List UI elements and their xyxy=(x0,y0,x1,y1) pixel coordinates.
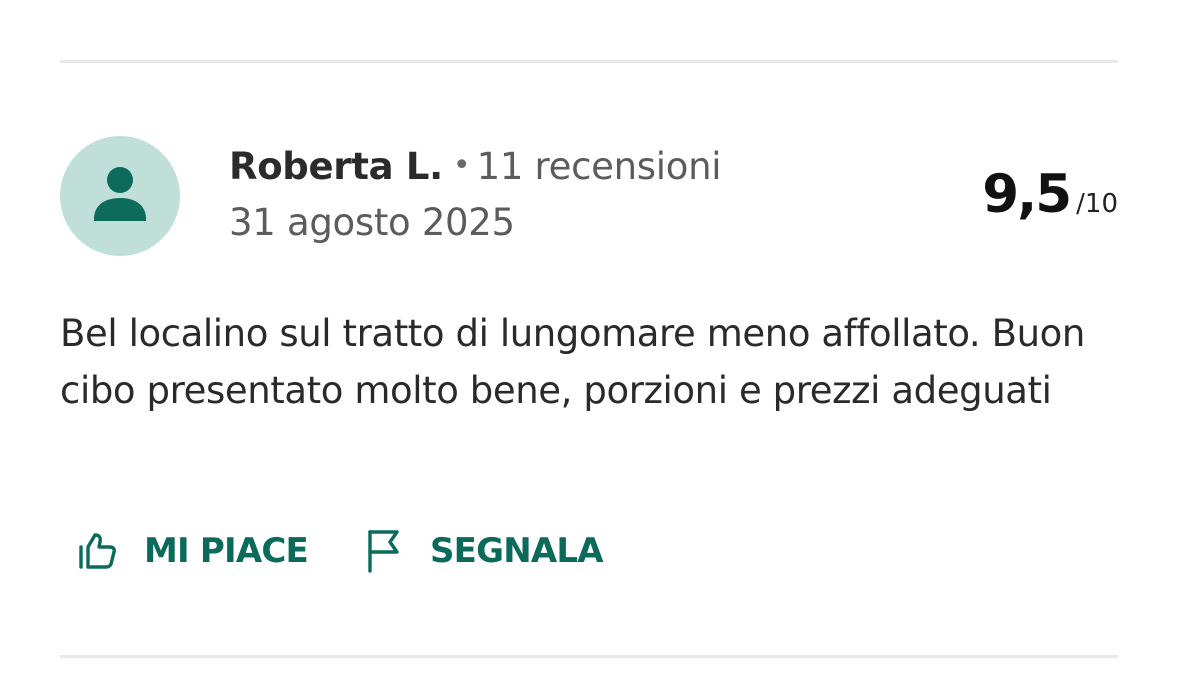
separator-dot: • xyxy=(452,148,471,183)
like-label: MI PIACE xyxy=(144,531,309,571)
like-button[interactable]: MI PIACE xyxy=(76,528,309,574)
report-label: SEGNALA xyxy=(429,531,604,571)
review-text: Bel localino sul tratto di lungomare men… xyxy=(60,312,1085,412)
user-icon xyxy=(93,165,147,227)
reviewer-name: Roberta L. xyxy=(229,145,443,188)
reviewer-line: Roberta L. • 11 recensioni xyxy=(229,142,722,191)
thumbs-up-icon xyxy=(76,528,118,574)
avatar xyxy=(60,136,180,256)
reviewer-meta: Roberta L. • 11 recensioni 31 agosto 2025 xyxy=(229,142,722,247)
flag-icon xyxy=(362,528,404,574)
score-max: /10 xyxy=(1076,189,1118,219)
top-divider xyxy=(60,60,1118,63)
review-actions: MI PIACE SEGNALA xyxy=(76,528,604,574)
score-value: 9,5 xyxy=(982,164,1072,225)
review-date: 31 agosto 2025 xyxy=(229,201,515,244)
review-count: 11 recensioni xyxy=(476,145,722,188)
report-button[interactable]: SEGNALA xyxy=(362,528,604,574)
review-score: 9,5/10 xyxy=(982,164,1118,225)
bottom-divider xyxy=(60,655,1118,658)
